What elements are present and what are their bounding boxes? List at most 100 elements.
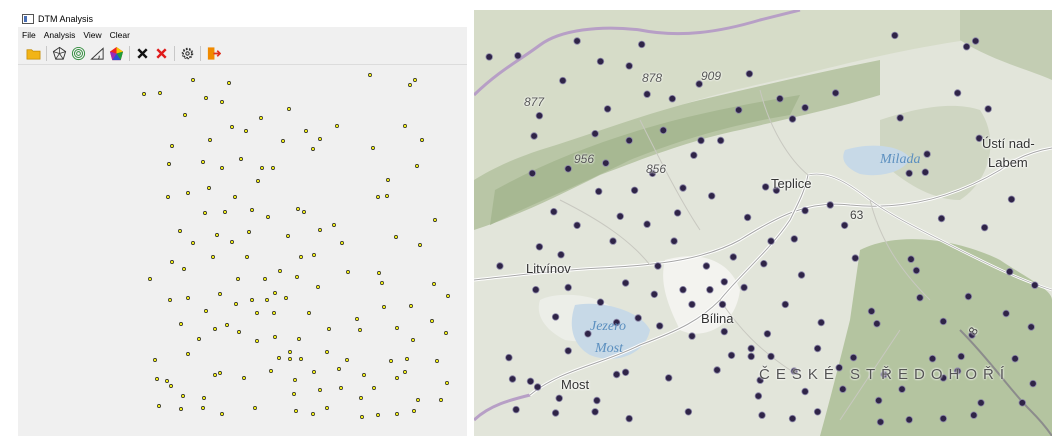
map-point	[564, 347, 572, 355]
menu-analysis[interactable]: Analysis	[40, 29, 80, 42]
elevation-point	[272, 311, 276, 315]
map-point	[1018, 399, 1026, 407]
app-icon	[22, 13, 34, 24]
triangulation-button[interactable]	[50, 45, 69, 63]
elevation-point	[148, 277, 152, 281]
map-point	[813, 408, 822, 416]
elevation-point	[445, 381, 449, 385]
toolbar-separator	[174, 46, 175, 61]
map-point	[957, 352, 965, 361]
map-point	[912, 266, 921, 275]
map-point	[616, 212, 624, 220]
map-point	[625, 414, 633, 423]
map-point	[1006, 268, 1014, 276]
elevation-point	[197, 337, 201, 341]
map-point	[643, 220, 651, 228]
menu-clear[interactable]: Clear	[106, 29, 134, 42]
menu-view[interactable]: View	[79, 29, 105, 42]
map-point	[551, 313, 560, 321]
elevation-label-878: 878	[642, 71, 663, 85]
map-point	[817, 318, 825, 327]
elevation-point	[227, 81, 231, 85]
elevation-point	[186, 191, 190, 195]
elevation-point	[318, 388, 322, 392]
clear-all-button[interactable]	[152, 45, 171, 63]
elevation-point	[278, 269, 282, 273]
slope-icon	[90, 47, 104, 60]
contours-button[interactable]	[69, 45, 88, 63]
map-point	[788, 115, 797, 123]
elevation-point	[433, 218, 437, 222]
map-point	[747, 344, 755, 353]
map-point	[754, 392, 763, 400]
map-point	[612, 370, 621, 379]
map-point	[713, 366, 721, 374]
elevation-point	[292, 392, 296, 396]
elevation-point	[304, 129, 308, 133]
map-point	[609, 237, 617, 245]
map-point	[801, 103, 809, 112]
elevation-point	[170, 260, 174, 264]
label-bilina: Bílina	[701, 311, 734, 326]
aspect-button[interactable]	[107, 45, 126, 63]
elevation-point	[411, 338, 415, 342]
elevation-point	[335, 124, 339, 128]
elevation-point	[376, 195, 380, 199]
menu-file[interactable]: File	[18, 29, 40, 42]
map-point	[643, 90, 651, 98]
map-point	[679, 286, 687, 294]
elevation-point	[287, 107, 291, 111]
toolbar	[18, 43, 467, 65]
folder-icon	[26, 49, 41, 60]
elevation-point	[277, 356, 281, 360]
elevation-point	[372, 386, 376, 390]
basemap-panel[interactable]: 877 878 909 956 856 Milada Jezero Most L…	[474, 10, 1052, 436]
elevation-point	[318, 228, 322, 232]
elevation-label-856: 856	[646, 162, 667, 176]
elevation-point	[362, 373, 366, 377]
elevation-point	[376, 413, 380, 417]
map-point	[656, 322, 664, 330]
elevation-point	[297, 337, 301, 341]
exit-button[interactable]	[204, 45, 223, 63]
elevation-point	[165, 379, 169, 383]
map-point	[1002, 309, 1010, 318]
map-point	[591, 408, 599, 416]
elevation-point	[182, 267, 186, 271]
map-point	[654, 262, 662, 270]
elevation-point	[223, 210, 227, 214]
elevation-point	[158, 91, 162, 95]
elevation-point	[311, 147, 315, 151]
map-point	[1027, 323, 1035, 331]
settings-button[interactable]	[178, 45, 197, 63]
map-point	[720, 327, 728, 336]
elevation-point	[413, 78, 417, 82]
label-usti-1: Ústí nad-	[982, 136, 1035, 151]
elevation-point	[191, 78, 195, 82]
slope-button[interactable]	[88, 45, 107, 63]
map-point	[767, 352, 775, 361]
elevation-point	[153, 358, 157, 362]
elevation-point	[294, 409, 298, 413]
map-point	[573, 37, 581, 45]
map-point	[801, 387, 809, 396]
elevation-point	[345, 358, 349, 362]
map-point	[839, 385, 847, 393]
open-folder-button[interactable]	[24, 45, 43, 63]
map-point	[851, 254, 859, 262]
map-point	[743, 213, 752, 222]
map-point	[630, 186, 639, 194]
map-point	[849, 353, 858, 362]
map-point	[745, 70, 754, 78]
elevation-point	[284, 296, 288, 300]
elevation-point	[395, 412, 399, 416]
triangulation-icon	[52, 46, 67, 60]
elevation-point	[207, 186, 211, 190]
elevation-point	[220, 100, 224, 104]
label-usti-2: Labem	[988, 155, 1028, 170]
point-canvas[interactable]	[18, 66, 467, 436]
map-point	[776, 94, 784, 103]
elevation-point	[142, 92, 146, 96]
elevation-point	[430, 319, 434, 323]
clear-button[interactable]	[133, 45, 152, 63]
